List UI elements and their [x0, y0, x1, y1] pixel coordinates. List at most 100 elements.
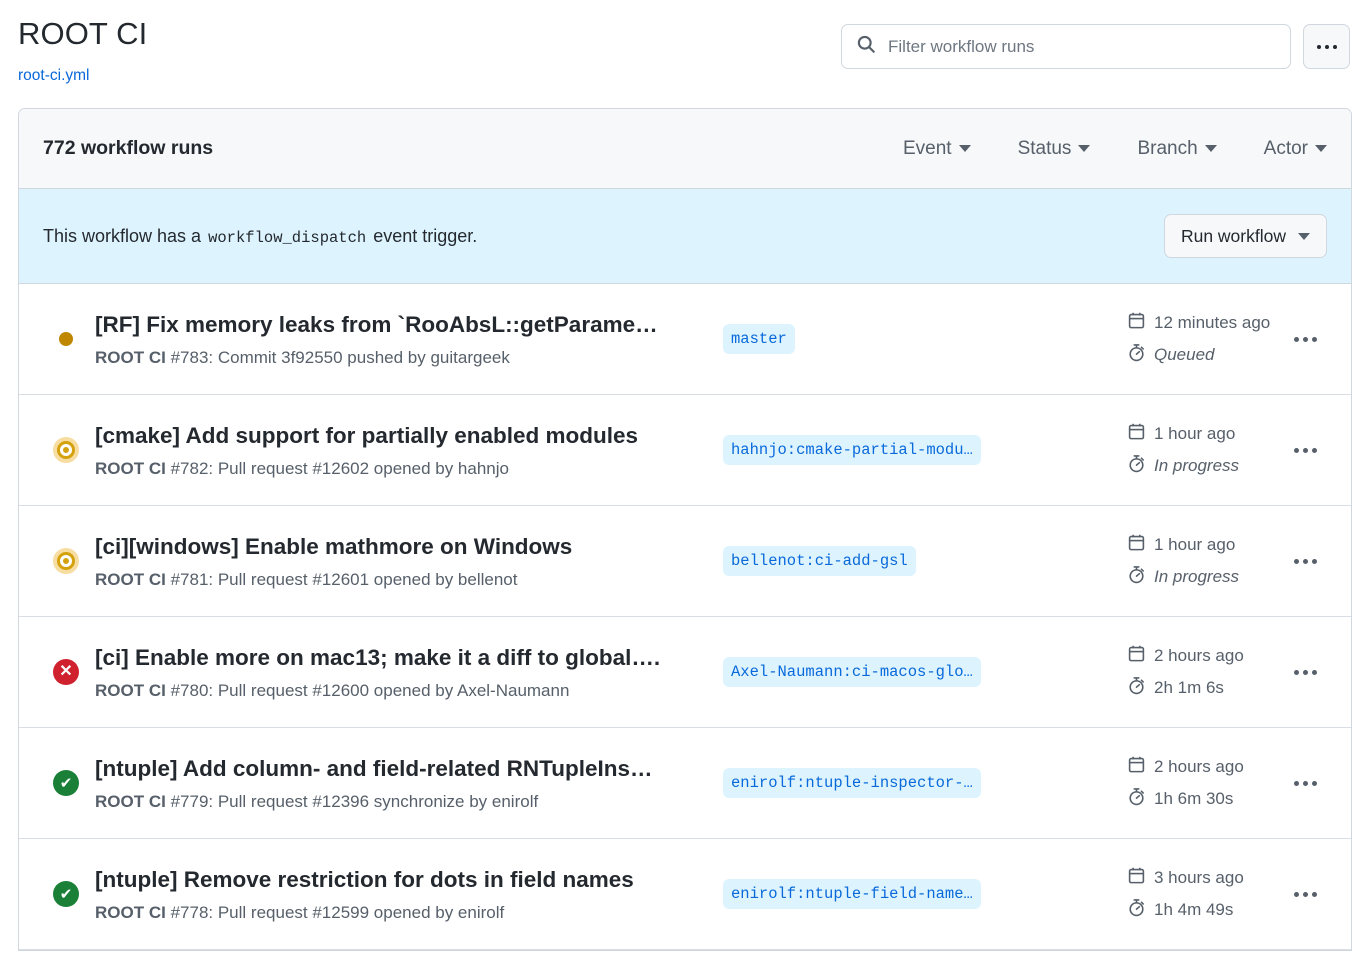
run-duration: In progress	[1154, 567, 1240, 586]
dispatch-text-after: event trigger.	[373, 225, 478, 246]
run-title[interactable]: [RF] Fix memory leaks from `RooAbsL::get…	[95, 310, 723, 340]
chevron-down-icon	[1078, 145, 1091, 152]
run-info: [cmake] Add support for partially enable…	[95, 421, 723, 480]
run-time-line: 12 minutes ago	[1127, 311, 1283, 335]
run-subtitle-text: #781: Pull request #12601 opened by bell…	[170, 569, 518, 589]
run-branch-badge[interactable]: master	[723, 324, 795, 354]
filter-status[interactable]: Status	[1018, 138, 1091, 160]
run-meta: 1 hour ago In progress	[1123, 533, 1283, 589]
run-time-ago: 1 hour ago	[1154, 535, 1236, 554]
run-workflow-name: ROOT CI	[95, 680, 166, 700]
stopwatch-icon	[1127, 676, 1146, 700]
run-info: [ntuple] Remove restriction for dots in …	[95, 865, 723, 924]
chevron-down-icon	[1315, 145, 1327, 152]
search-box[interactable]	[841, 24, 1291, 69]
run-meta: 3 hours ago 1h 4m 49s	[1123, 866, 1283, 922]
workflow-run-row[interactable]: [cmake] Add support for partially enable…	[19, 395, 1351, 506]
run-status-icon: ✔	[53, 881, 95, 907]
workflow-dispatch-banner: This workflow has a workflow_dispatch ev…	[19, 189, 1351, 284]
workflow-run-row[interactable]: ✔ [ntuple] Add column- and field-related …	[19, 728, 1351, 839]
search-input[interactable]	[886, 25, 1276, 68]
run-workflow-name: ROOT CI	[95, 791, 166, 811]
run-time-line: 2 hours ago	[1127, 755, 1283, 779]
queued-dot-icon	[59, 332, 73, 346]
kebab-horizontal-icon	[1316, 44, 1321, 49]
run-duration: 1h 4m 49s	[1154, 900, 1234, 919]
calendar-icon	[1127, 866, 1146, 890]
run-title[interactable]: [ci][windows] Enable mathmore on Windows	[95, 532, 723, 562]
filter-actor[interactable]: Actor	[1264, 138, 1327, 160]
in-progress-ring-icon	[53, 437, 79, 463]
run-time-ago: 2 hours ago	[1154, 646, 1244, 665]
run-title[interactable]: [cmake] Add support for partially enable…	[95, 421, 723, 451]
workflow-run-row[interactable]: [RF] Fix memory leaks from `RooAbsL::get…	[19, 284, 1351, 395]
workflow-runs-count: 772 workflow runs	[43, 137, 214, 159]
calendar-icon	[1127, 644, 1146, 668]
run-overflow-menu-button[interactable]	[1283, 669, 1327, 675]
success-check-icon: ✔	[53, 770, 79, 796]
run-duration-line: Queued	[1127, 343, 1283, 367]
run-branch-badge[interactable]: enirolf:ntuple-inspector-…	[723, 768, 981, 798]
kebab-horizontal-icon	[1293, 780, 1299, 786]
run-duration-line: 1h 6m 30s	[1127, 787, 1283, 811]
run-status-icon	[53, 332, 95, 346]
run-overflow-menu-button[interactable]	[1283, 336, 1327, 342]
workflow-run-row[interactable]: ✕ [ci] Enable more on mac13; make it a di…	[19, 617, 1351, 728]
workflow-runs-container: 772 workflow runs Event Status Branch Ac…	[18, 108, 1352, 951]
calendar-icon	[1127, 755, 1146, 779]
run-branch-cell: enirolf:ntuple-field-name…	[723, 879, 1123, 909]
run-branch-badge[interactable]: hahnjo:cmake-partial-modu…	[723, 435, 981, 465]
run-overflow-menu-button[interactable]	[1283, 891, 1327, 897]
kebab-horizontal-icon	[1293, 336, 1299, 342]
run-branch-badge[interactable]: bellenot:ci-add-gsl	[723, 546, 916, 576]
run-title[interactable]: [ntuple] Remove restriction for dots in …	[95, 865, 723, 895]
run-overflow-menu-button[interactable]	[1283, 558, 1327, 564]
kebab-horizontal-icon	[1311, 558, 1317, 564]
kebab-horizontal-icon	[1293, 669, 1299, 675]
workflow-runs-page: ROOT CI root-ci.yml 772 workflow runs	[0, 0, 1370, 960]
run-time-ago: 2 hours ago	[1154, 757, 1244, 776]
workflow-file-link[interactable]: root-ci.yml	[18, 66, 89, 86]
kebab-horizontal-icon	[1302, 780, 1308, 786]
run-branch-cell: master	[723, 324, 1123, 354]
run-subtitle: ROOT CI #780: Pull request #12600 opened…	[95, 680, 723, 702]
run-duration: Queued	[1154, 345, 1215, 364]
filter-branch[interactable]: Branch	[1137, 138, 1217, 160]
search-icon	[856, 34, 876, 59]
run-subtitle: ROOT CI #783: Commit 3f92550 pushed by g…	[95, 347, 723, 369]
kebab-horizontal-icon	[1311, 780, 1317, 786]
kebab-horizontal-icon	[1311, 447, 1317, 453]
in-progress-ring-icon	[53, 548, 79, 574]
run-duration: 1h 6m 30s	[1154, 789, 1234, 808]
chevron-down-icon	[1204, 145, 1217, 152]
filter-event[interactable]: Event	[903, 138, 971, 160]
stopwatch-icon	[1127, 565, 1146, 589]
run-branch-cell: hahnjo:cmake-partial-modu…	[723, 435, 1123, 465]
run-overflow-menu-button[interactable]	[1283, 780, 1327, 786]
run-title[interactable]: [ntuple] Add column- and field-related R…	[95, 754, 723, 784]
kebab-horizontal-icon	[1293, 558, 1299, 564]
workflow-run-row[interactable]: [ci][windows] Enable mathmore on Windows…	[19, 506, 1351, 617]
run-title[interactable]: [ci] Enable more on mac13; make it a dif…	[95, 643, 723, 673]
run-meta: 2 hours ago 2h 1m 6s	[1123, 644, 1283, 700]
header-overflow-menu-button[interactable]	[1303, 24, 1350, 69]
run-subtitle-text: #783: Commit 3f92550 pushed by guitargee…	[170, 347, 510, 367]
runs-toolbar: 772 workflow runs Event Status Branch Ac…	[19, 109, 1351, 189]
run-branch-badge[interactable]: Axel-Naumann:ci-macos-glo…	[723, 657, 981, 687]
page-title: ROOT CI	[18, 16, 148, 51]
run-branch-cell: enirolf:ntuple-inspector-…	[723, 768, 1123, 798]
stopwatch-icon	[1127, 454, 1146, 478]
kebab-horizontal-icon	[1302, 669, 1308, 675]
dispatch-banner-text: This workflow has a workflow_dispatch ev…	[43, 226, 477, 247]
run-workflow-name: ROOT CI	[95, 569, 166, 589]
workflow-run-row[interactable]: ✔ [ntuple] Remove restriction for dots in…	[19, 839, 1351, 950]
run-duration-line: In progress	[1127, 565, 1283, 589]
run-overflow-menu-button[interactable]	[1283, 447, 1327, 453]
run-branch-badge[interactable]: enirolf:ntuple-field-name…	[723, 879, 981, 909]
run-time-line: 2 hours ago	[1127, 644, 1283, 668]
kebab-horizontal-icon	[1302, 447, 1308, 453]
run-workflow-button[interactable]: Run workflow	[1163, 214, 1327, 258]
run-workflow-label: Run workflow	[1180, 225, 1286, 246]
dispatch-text-before: This workflow has a	[43, 225, 202, 246]
dispatch-event-code: workflow_dispatch	[208, 228, 367, 247]
